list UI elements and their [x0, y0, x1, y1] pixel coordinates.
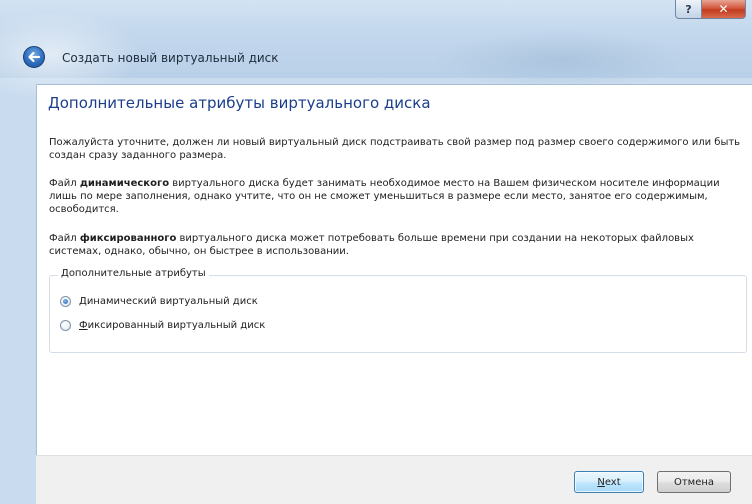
cancel-button-label: Отмена [673, 476, 715, 488]
radio-label-dynamic[interactable]: Динамический виртуальный диск [79, 296, 258, 307]
description-paragraph-1: Пожалуйста уточните, должен ли новый вир… [49, 137, 741, 161]
paragraph-text: Файл [49, 233, 80, 244]
groupbox-legend: Дополнительные атрибуты [58, 268, 209, 279]
caption-buttons: ? ✕ [675, 0, 746, 20]
radio-label-fixed[interactable]: Фиксированный виртуальный диск [79, 320, 265, 331]
radio-dot [63, 299, 68, 304]
radio-fixed-disk[interactable]: Фиксированный виртуальный диск [60, 320, 265, 331]
next-button-label: Next [597, 476, 621, 488]
attributes-groupbox: Дополнительные атрибуты Динамический вир… [49, 268, 747, 353]
help-button[interactable]: ? [675, 0, 702, 19]
title-bar [0, 0, 752, 100]
button-bar: Next Отмена [36, 455, 752, 504]
description-paragraph-2: Файл динамического виртуального диска бу… [49, 177, 743, 216]
close-button[interactable]: ✕ [702, 0, 746, 19]
next-button[interactable]: Next [574, 471, 644, 493]
paragraph-text: Файл [49, 178, 80, 189]
radio-unselected-icon[interactable] [60, 320, 71, 331]
radio-selected-icon[interactable] [60, 296, 71, 307]
fixed-emphasis: фиксированного [79, 233, 177, 244]
dynamic-emphasis: динамического [79, 178, 170, 189]
wizard-page: Дополнительные атрибуты виртуального дис… [36, 84, 752, 455]
help-icon: ? [685, 2, 692, 16]
arrow-left-icon [28, 51, 41, 63]
radio-dynamic-disk[interactable]: Динамический виртуальный диск [60, 296, 258, 307]
page-title: Дополнительные атрибуты виртуального дис… [48, 94, 431, 112]
back-button[interactable] [23, 46, 45, 68]
wizard-window: ? ✕ Создать новый виртуальный диск Допол… [0, 0, 752, 504]
description-paragraph-3: Файл фиксированного виртуального диска м… [49, 232, 743, 258]
wizard-caption: Создать новый виртуальный диск [62, 51, 279, 65]
close-icon: ✕ [718, 2, 729, 16]
cancel-button[interactable]: Отмена [657, 471, 731, 493]
